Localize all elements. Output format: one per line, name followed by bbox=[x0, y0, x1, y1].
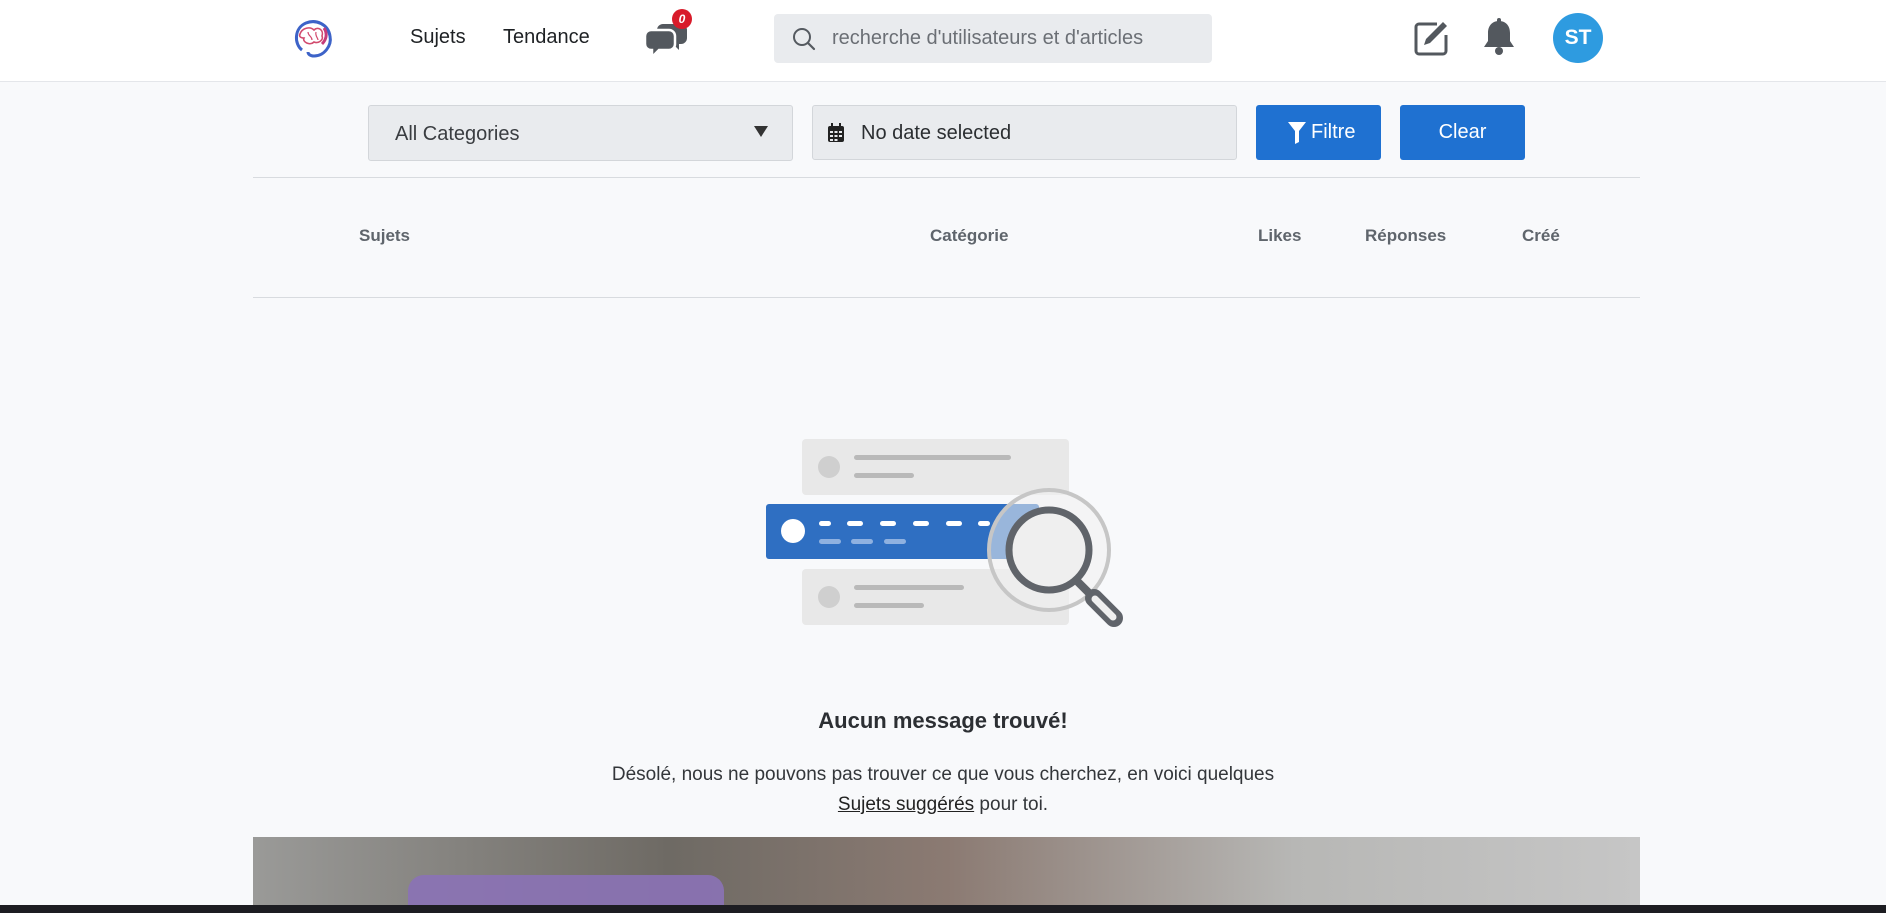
nav-link-tendance[interactable]: Tendance bbox=[503, 26, 590, 49]
column-header-cree[interactable]: Créé bbox=[1522, 226, 1560, 246]
bell-icon[interactable] bbox=[1482, 18, 1516, 56]
search-input[interactable] bbox=[832, 14, 1202, 63]
suggested-topics-link[interactable]: Sujets suggérés bbox=[838, 794, 974, 815]
chat-badge: 0 bbox=[672, 9, 692, 29]
clear-button-label: Clear bbox=[1438, 121, 1487, 143]
empty-state-text-end: pour toi. bbox=[974, 794, 1049, 815]
search-icon bbox=[793, 28, 816, 51]
filter-button-label: Filtre bbox=[1311, 121, 1356, 143]
search-bar bbox=[774, 14, 1212, 63]
column-header-categorie[interactable]: Catégorie bbox=[930, 226, 1008, 246]
top-navbar: Sujets Tendance 0 ST bbox=[0, 0, 1886, 82]
category-select-value: All Categories bbox=[395, 123, 520, 145]
table-top-divider bbox=[253, 177, 1640, 178]
empty-state-text: Désolé, nous ne pouvons pas trouver ce q… bbox=[611, 764, 1275, 785]
column-header-sujets[interactable]: Sujets bbox=[359, 226, 410, 246]
clear-button[interactable]: Clear bbox=[1400, 105, 1525, 160]
category-select[interactable]: All Categories bbox=[368, 105, 793, 161]
table-header-divider bbox=[253, 297, 1640, 298]
user-avatar[interactable]: ST bbox=[1553, 13, 1603, 63]
filter-button[interactable]: Filtre bbox=[1256, 105, 1381, 160]
caret-down-icon bbox=[754, 126, 768, 137]
column-header-likes[interactable]: Likes bbox=[1258, 226, 1301, 246]
date-picker-value: No date selected bbox=[861, 122, 1012, 144]
funnel-icon bbox=[1288, 122, 1306, 144]
column-header-reponses[interactable]: Réponses bbox=[1365, 226, 1446, 246]
brain-logo-icon[interactable] bbox=[288, 14, 336, 62]
calendar-icon bbox=[828, 123, 844, 142]
edit-icon[interactable] bbox=[1413, 20, 1449, 56]
promo-banner-image bbox=[253, 837, 1640, 913]
nav-link-sujets[interactable]: Sujets bbox=[410, 26, 466, 49]
bottom-bar bbox=[0, 905, 1886, 913]
empty-state-message: Désolé, nous ne pouvons pas trouver ce q… bbox=[0, 760, 1886, 820]
date-picker[interactable]: No date selected bbox=[812, 105, 1237, 160]
empty-search-illustration-icon bbox=[766, 439, 1123, 627]
empty-state-title: Aucun message trouvé! bbox=[818, 708, 1068, 733]
